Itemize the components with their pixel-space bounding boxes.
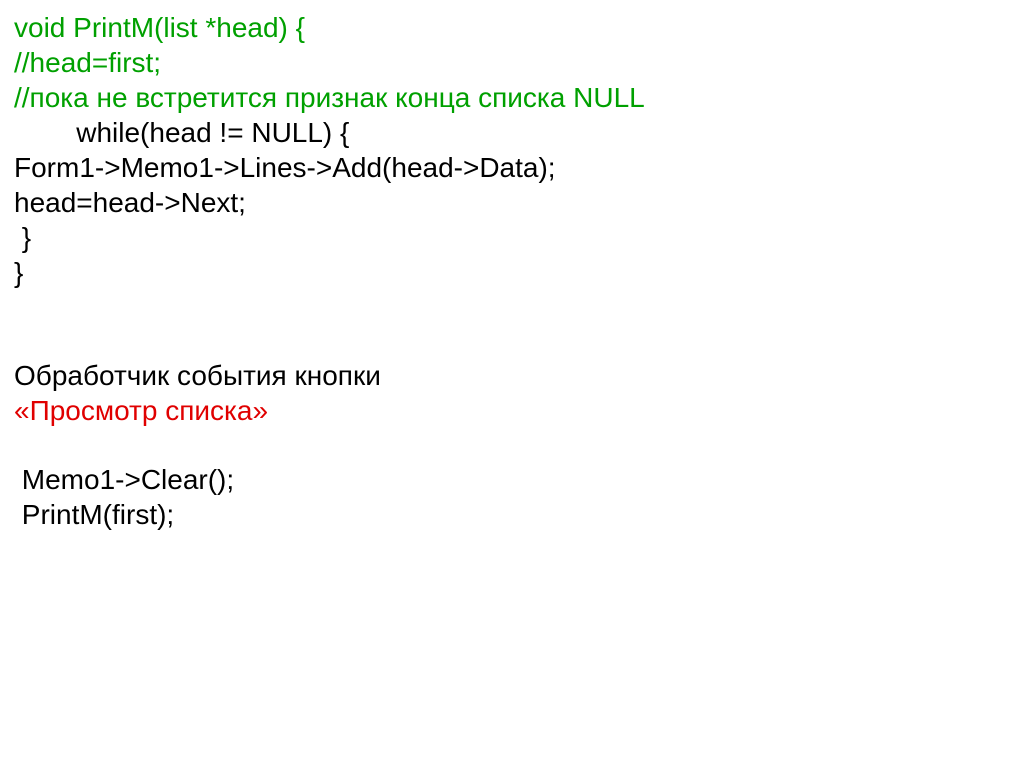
code-line-8: } xyxy=(14,255,1010,290)
snippet-line-2: PrintM(first); xyxy=(14,497,1010,532)
code-line-5: Form1->Memo1->Lines->Add(head->Data); xyxy=(14,150,1010,185)
code-line-4: while(head != NULL) { xyxy=(14,115,1010,150)
code-line-1: void PrintM(list *head) { xyxy=(14,10,1010,45)
heading-line-1: Обработчик события кнопки xyxy=(14,358,1010,393)
code-line-7: } xyxy=(14,220,1010,255)
spacer xyxy=(14,324,1010,358)
heading-line-2: «Просмотр списка» xyxy=(14,393,1010,428)
code-line-2: //head=first; xyxy=(14,45,1010,80)
spacer xyxy=(14,290,1010,324)
snippet-line-1: Memo1->Clear(); xyxy=(14,462,1010,497)
code-line-6: head=head->Next; xyxy=(14,185,1010,220)
code-line-3: //пока не встретится признак конца списк… xyxy=(14,80,1010,115)
spacer xyxy=(14,428,1010,462)
